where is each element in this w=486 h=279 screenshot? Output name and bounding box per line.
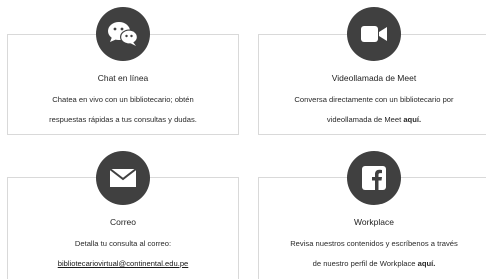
- card-description: Conversa directamente con un bibliotecar…: [259, 90, 486, 130]
- meet-icon-circle[interactable]: [347, 7, 401, 61]
- chat-icon-circle[interactable]: [96, 7, 150, 61]
- card-title: Videollamada de Meet: [331, 73, 417, 83]
- chat-bubbles-icon: [108, 22, 138, 46]
- card-description: Revisa nuestros contenidos y escríbenos …: [259, 234, 486, 274]
- card-title: Correo: [110, 217, 136, 227]
- video-camera-icon: [361, 26, 387, 42]
- desc-line: Detalla tu consulta al correo:: [74, 239, 172, 248]
- email-link[interactable]: bibliotecariovirtual@continental.edu.pe: [58, 259, 189, 268]
- meet-link[interactable]: aquí.: [403, 115, 421, 124]
- desc-text: de nuestro perfil de Workplace: [312, 259, 418, 268]
- facebook-icon: [362, 166, 386, 190]
- desc-line: bibliotecariovirtual@continental.edu.pe: [8, 254, 238, 274]
- workplace-icon-circle[interactable]: [347, 151, 401, 205]
- card-title: Chat en línea: [97, 73, 149, 83]
- desc-line: de nuestro perfil de Workplace aquí.: [259, 254, 486, 274]
- card-description: Detalla tu consulta al correo: bibliotec…: [8, 234, 238, 274]
- desc-line: respuestas rápidas a tus consultas y dud…: [49, 115, 197, 124]
- desc-line: Revisa nuestros contenidos y escríbenos …: [290, 239, 458, 248]
- workplace-link[interactable]: aquí.: [418, 259, 436, 268]
- card-description: Chatea en vivo con un bibliotecario; obt…: [8, 90, 238, 130]
- desc-line: Chatea en vivo con un bibliotecario; obt…: [52, 95, 194, 104]
- desc-text: videollamada de Meet: [326, 115, 404, 124]
- email-icon-circle[interactable]: [96, 151, 150, 205]
- desc-line: videollamada de Meet aquí.: [259, 110, 486, 130]
- envelope-icon: [109, 168, 137, 187]
- card-title: Workplace: [354, 217, 394, 227]
- desc-line: Conversa directamente con un bibliotecar…: [294, 95, 454, 104]
